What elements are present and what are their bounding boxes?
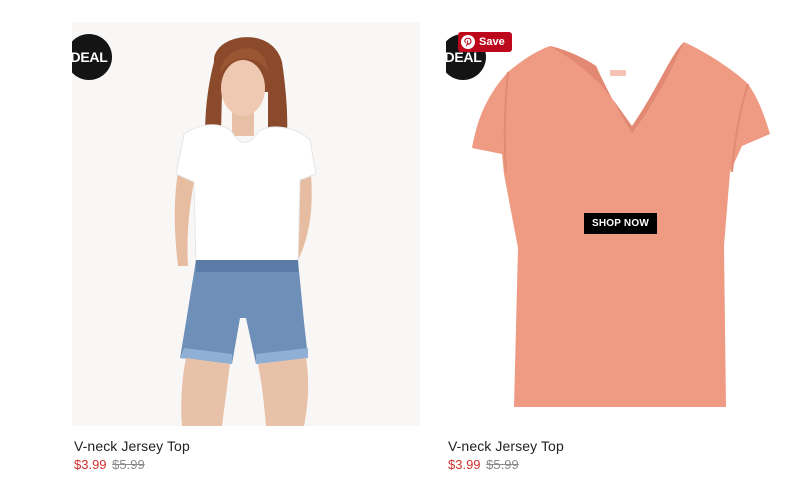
pinterest-icon: [461, 35, 475, 49]
product-prices: $3.99 $5.99: [74, 457, 420, 472]
product-name[interactable]: V-neck Jersey Top: [74, 438, 420, 454]
product-name-link[interactable]: V-neck Jersey Top: [74, 438, 190, 454]
product-grid: DEAL V-neck Jersey Top $3.99 $5.99 DEAL …: [0, 0, 792, 477]
product-card[interactable]: DEAL V-neck Jersey Top $3.99 $5.99: [72, 22, 420, 472]
pinterest-save-button[interactable]: Save: [458, 32, 512, 52]
pinterest-save-label: Save: [479, 36, 505, 48]
shop-now-button[interactable]: SHOP NOW: [584, 213, 657, 234]
original-price: $5.99: [112, 457, 145, 472]
sale-price: $3.99: [448, 457, 481, 472]
sale-price: $3.99: [74, 457, 107, 472]
product-image-link[interactable]: DEAL Save SHOP NOW: [446, 22, 792, 426]
original-price: $5.99: [486, 457, 519, 472]
product-card[interactable]: DEAL Save SHOP NOW V-neck Jersey Top $3.…: [446, 22, 792, 472]
product-prices: $3.99 $5.99: [448, 457, 792, 472]
product-image-link[interactable]: DEAL: [72, 22, 420, 426]
product-name[interactable]: V-neck Jersey Top: [448, 438, 792, 454]
product-name-link[interactable]: V-neck Jersey Top: [448, 438, 564, 454]
product-image-model: [72, 22, 420, 426]
